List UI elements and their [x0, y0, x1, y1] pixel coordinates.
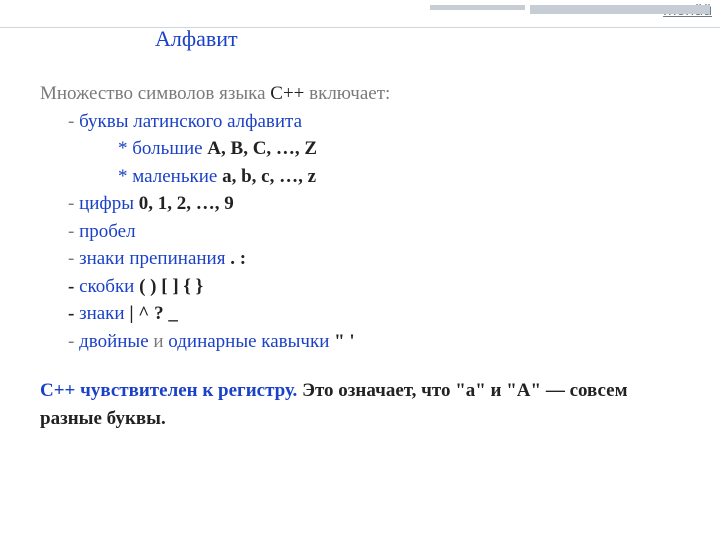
page-title: Алфавит	[155, 26, 238, 52]
item-small: * маленькие a, b, c, …, z	[40, 163, 690, 191]
text-quote-values: " '	[329, 331, 354, 352]
item-big: * большие A, B, C, …, Z	[40, 135, 690, 163]
text-latin: буквы латинского алфавита	[79, 111, 302, 132]
dash: -	[68, 221, 79, 242]
top-bar: menüü	[0, 0, 720, 28]
text-bracket-values: ( ) [ ] { }	[134, 276, 203, 297]
text-small-prefix: * маленькие	[118, 166, 217, 187]
dash: -	[68, 276, 79, 297]
item-digits: - цифры 0, 1, 2, …, 9	[40, 190, 690, 218]
text-quotes-2: одинарные кавычки	[168, 331, 329, 352]
note: C++ чувствителен к регистру. Это означае…	[40, 377, 690, 432]
text-big-letters: A, B, C, …, Z	[203, 138, 318, 159]
dash: -	[68, 331, 79, 352]
text-digits: цифры	[79, 193, 134, 214]
text-space: пробел	[79, 221, 136, 242]
item-space: - пробел	[40, 218, 690, 246]
text-digit-values: 0, 1, 2, …, 9	[134, 193, 234, 214]
dash: -	[68, 303, 79, 324]
item-brackets: - скобки ( ) [ ] { }	[40, 273, 690, 301]
text-signs: знаки	[79, 303, 125, 324]
text-small-letters: a, b, c, …, z	[217, 166, 316, 187]
item-quotes: - двойные и одинарные кавычки " '	[40, 328, 690, 356]
item-punct: - знаки препинания . :	[40, 245, 690, 273]
text-punct: знаки препинания	[79, 248, 225, 269]
item-latin: - буквы латинского алфавита	[40, 108, 690, 136]
text-big-prefix: * большие	[118, 138, 203, 159]
intro-cpp: С++	[270, 83, 304, 104]
text-quotes-and: и	[149, 331, 169, 352]
intro-text-gray: Множество символов языка	[40, 83, 270, 104]
dash: -	[68, 193, 79, 214]
dash: -	[68, 248, 79, 269]
menu-link[interactable]: menüü	[663, 2, 712, 20]
text-quotes-1: двойные	[79, 331, 149, 352]
item-signs: - знаки | ^ ? _	[40, 300, 690, 328]
note-emphasis: C++ чувствителен к регистру.	[40, 380, 297, 401]
intro-line: Множество символов языка С++ включает:	[40, 80, 690, 108]
text-punct-values: . :	[225, 248, 246, 269]
dash: -	[68, 111, 79, 132]
text-sign-values: | ^ ? _	[125, 303, 178, 324]
text-brackets: скобки	[79, 276, 134, 297]
content: Множество символов языка С++ включает: -…	[40, 80, 690, 433]
intro-text-after: включает:	[304, 83, 390, 104]
